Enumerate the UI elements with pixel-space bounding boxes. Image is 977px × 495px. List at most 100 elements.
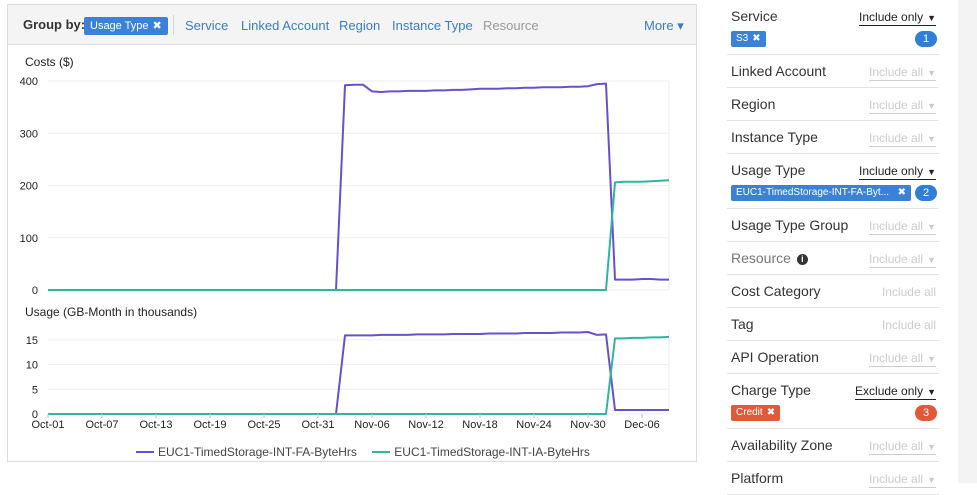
filter-chip-label: S3 [736, 33, 749, 44]
legend-swatch-purple [136, 451, 154, 453]
x-tick-label: Oct-13 [139, 419, 172, 431]
x-tick-label: Oct-31 [301, 419, 334, 431]
y-tick-label: 200 [20, 181, 38, 193]
filter-instance-type: Instance Type Include all ▼ [727, 121, 939, 154]
chevron-down-icon: ▼ [927, 354, 936, 364]
group-by-option-linked-account[interactable]: Linked Account [241, 18, 329, 33]
y-tick-label: 300 [20, 128, 38, 140]
filter-label: Cost Category [731, 283, 820, 299]
close-icon[interactable]: ✖ [767, 407, 775, 418]
filter-mode-dropdown[interactable]: Include all ▼ [869, 131, 936, 147]
filter-label: API Operation [731, 349, 819, 365]
filter-label: Availability Zone [731, 437, 833, 453]
chevron-down-icon: ▼ [927, 255, 936, 265]
filter-chip-label: Credit [736, 407, 763, 418]
chevron-down-icon: ▼ [927, 68, 936, 78]
y-tick-label: 0 [32, 285, 38, 297]
cost-usage-line-charts: Costs ($) 0 100 200 300 400 Usage (GB-Month in… [20, 55, 670, 431]
filter-mode-dropdown[interactable]: Include all ▼ [869, 219, 936, 235]
scrollbar[interactable] [958, 0, 977, 483]
filter-mode-label: Include only [859, 164, 924, 178]
filter-mode-label: Exclude only [855, 384, 924, 398]
legend-item-ia[interactable]: EUC1-TimedStorage-INT-IA-ByteHrs [372, 445, 590, 459]
filter-mode-dropdown[interactable]: Include only ▼ [859, 10, 936, 26]
filter-mode-dropdown[interactable]: Include all ▼ [869, 65, 936, 81]
close-icon[interactable]: ✖ [752, 33, 760, 44]
filter-mode-label: Include all [869, 472, 924, 486]
filter-mode-label: Include all [869, 131, 924, 145]
filter-label: Linked Account [731, 63, 826, 79]
filters-panel: Service Include only ▼ S3 ✖ 1 Linked Account In… [727, 0, 939, 495]
group-by-more-dropdown[interactable]: More ▾ [644, 18, 684, 34]
filter-mode-label: Include only [859, 10, 924, 24]
y-tick-label: 15 [26, 335, 38, 347]
filter-label: Platform [731, 470, 783, 486]
filter-mode-dropdown[interactable]: Include all ▼ [869, 252, 936, 268]
filter-usage-type-group: Usage Type Group Include all ▼ [727, 209, 939, 242]
filter-label: Region [731, 96, 775, 112]
legend-item-fa[interactable]: EUC1-TimedStorage-INT-FA-ByteHrs [136, 445, 357, 459]
group-by-option-service[interactable]: Service [185, 18, 228, 33]
group-by-chip-label: Usage Type [90, 20, 149, 32]
x-tick-label: Oct-25 [247, 419, 280, 431]
x-tick-label: Dec-06 [624, 419, 659, 431]
filter-label: Instance Type [731, 129, 818, 145]
filter-mode-dropdown[interactable]: Exclude only ▼ [855, 384, 936, 400]
series-line-ia [48, 179, 670, 291]
filter-label: Charge Type [731, 382, 811, 398]
filter-platform: Platform Include all ▼ [727, 462, 939, 495]
filter-region: Region Include all ▼ [727, 88, 939, 121]
filter-mode-dropdown[interactable]: Include only ▼ [859, 164, 936, 180]
filter-chip[interactable]: Credit ✖ [731, 405, 781, 421]
chevron-down-icon: ▼ [927, 475, 936, 485]
filter-resource: Resource i Include all ▼ [727, 242, 939, 275]
filter-mode-dropdown[interactable]: Include all ▼ [869, 98, 936, 114]
chevron-down-icon: ▼ [927, 13, 936, 23]
filter-mode-label: Include all [869, 219, 924, 233]
y-axis-title: Usage (GB-Month in thousands) [25, 305, 197, 319]
group-by-option-region[interactable]: Region [339, 18, 380, 33]
filter-mode-label: Include all [869, 351, 924, 365]
filter-mode-label: Include all [881, 318, 936, 332]
filter-mode-dropdown[interactable]: Include all [882, 318, 936, 332]
filter-mode-dropdown[interactable]: Include all ▼ [869, 472, 936, 488]
group-by-label: Group by: [23, 17, 86, 32]
close-icon[interactable]: ✖ [153, 20, 162, 32]
chevron-down-icon: ▼ [927, 222, 936, 232]
filter-chip-label: EUC1-TimedStorage-INT-FA-Byt... [736, 187, 889, 198]
filter-mode-dropdown[interactable]: Include all ▼ [869, 351, 936, 367]
filter-chip[interactable]: EUC1-TimedStorage-INT-FA-Byt... ✖ [731, 185, 911, 201]
filter-label-text: Service [731, 8, 778, 24]
filter-mode-dropdown[interactable]: Include all ▼ [869, 439, 936, 455]
chart-legend: EUC1-TimedStorage-INT-FA-ByteHrs EUC1-Ti… [136, 442, 602, 459]
filter-label-text: Tag [731, 316, 754, 332]
legend-label-fa: EUC1-TimedStorage-INT-FA-ByteHrs [158, 445, 357, 459]
x-tick-label: Nov-12 [408, 419, 443, 431]
filter-availability-zone: Availability Zone Include all ▼ [727, 429, 939, 462]
filter-label-text: Instance Type [731, 129, 818, 145]
filter-count-badge: 1 [915, 31, 937, 47]
filter-chip[interactable]: S3 ✖ [731, 31, 766, 47]
filter-linked-account: Linked Account Include all ▼ [727, 55, 939, 88]
close-icon[interactable]: ✖ [898, 185, 906, 201]
divider [173, 15, 174, 35]
legend-label-ia: EUC1-TimedStorage-INT-IA-ByteHrs [394, 445, 590, 459]
group-by-selected-chip[interactable]: Usage Type ✖ [84, 17, 168, 35]
filter-mode-dropdown[interactable]: Include all [882, 285, 936, 299]
filter-mode-label: Include all [869, 439, 924, 453]
filter-mode-label: Include all [869, 98, 924, 112]
filter-count-badge: 2 [915, 185, 937, 201]
filter-service: Service Include only ▼ S3 ✖ 1 [727, 0, 939, 55]
filter-cost-category: Cost Category Include all [727, 275, 939, 308]
filter-mode-label: Include all [869, 252, 924, 266]
filter-label-text: Region [731, 96, 776, 112]
filter-label: Usage Type [731, 162, 805, 178]
filter-label-text: Resource [731, 250, 791, 266]
group-by-option-instance-type[interactable]: Instance Type [392, 18, 473, 33]
filter-label-text: Platform [731, 470, 784, 486]
filter-usage-type: Usage Type Include only ▼ EUC1-TimedStorage… [727, 154, 939, 209]
filter-label: Service [731, 8, 778, 24]
chevron-down-icon: ▼ [927, 387, 936, 397]
info-icon[interactable]: i [796, 254, 808, 265]
filter-label: Tag [731, 316, 754, 332]
